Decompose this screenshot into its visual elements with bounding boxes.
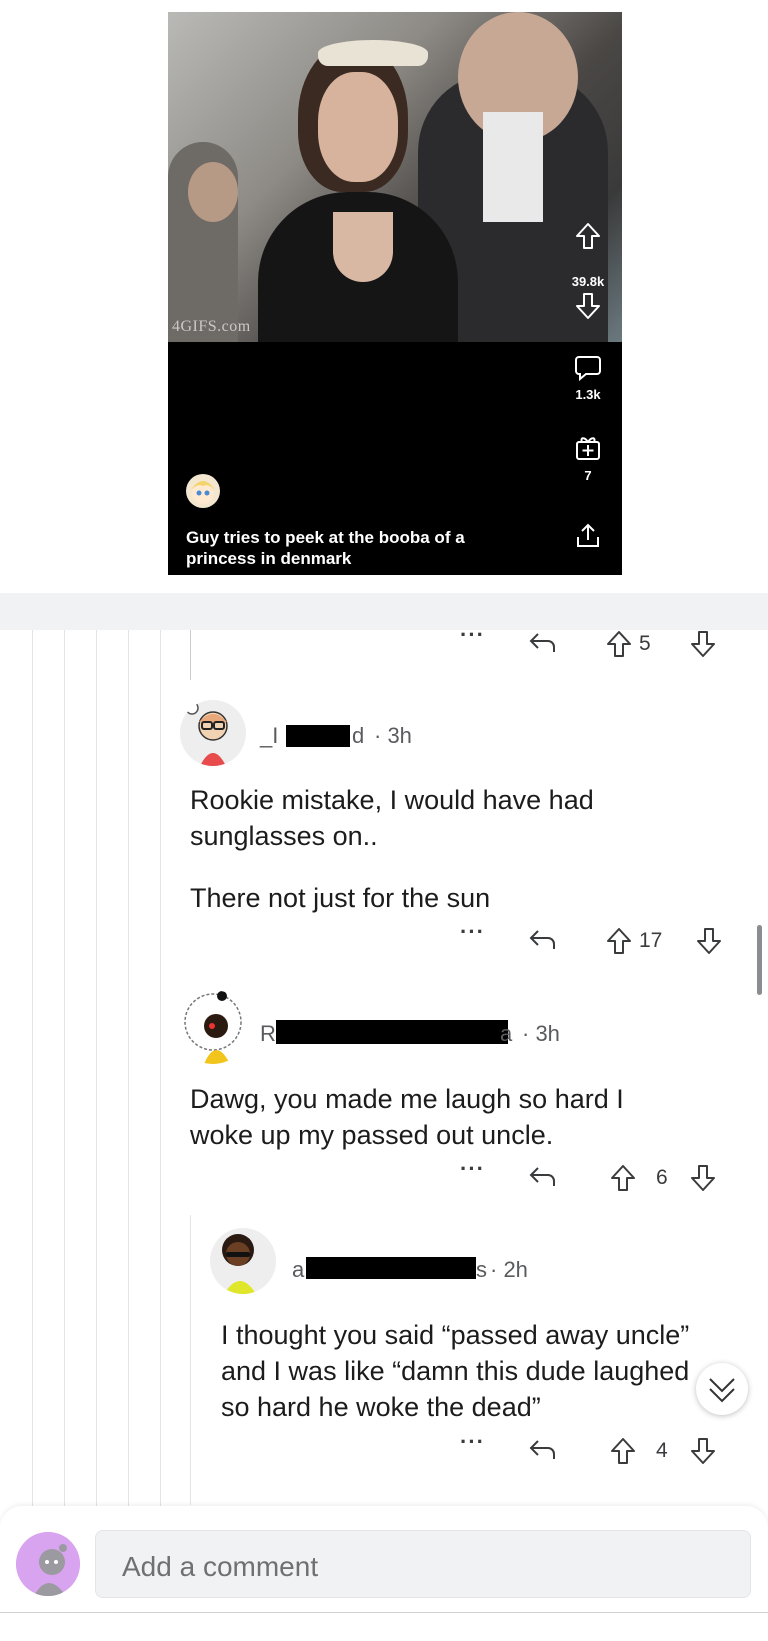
upvote-button[interactable] <box>558 222 618 250</box>
comment-body: I thought you said “passed away uncle” a… <box>221 1320 690 1422</box>
upvote-icon <box>611 1438 635 1464</box>
comment-body: Dawg, you made me laugh so hard I woke u… <box>190 1084 624 1150</box>
reply-icon <box>529 1167 555 1186</box>
reply-icon <box>529 1440 555 1459</box>
downvote-button[interactable] <box>696 927 722 961</box>
awards-count: 7 <box>584 468 592 483</box>
vote-count: 17 <box>639 929 663 952</box>
share-icon <box>577 523 599 547</box>
redaction-bar <box>276 1020 508 1044</box>
video-player[interactable]: 4GIFS.com 39.8k 1.3k 7 Guy tries to peek… <box>168 12 622 575</box>
reply-button[interactable] <box>528 1437 558 1469</box>
downvote-button[interactable] <box>690 1437 716 1471</box>
comment-body: Rookie mistake, I would have had sunglas… <box>190 785 594 851</box>
thread-line <box>64 630 65 1510</box>
comment-actions: ··· 5 <box>456 622 726 662</box>
comments-button[interactable] <box>558 354 618 382</box>
divider <box>0 1612 768 1613</box>
upvote-button[interactable] <box>610 1164 636 1198</box>
comment-icon <box>575 356 601 382</box>
comment-timestamp: · 3h <box>374 723 412 748</box>
downvote-button[interactable] <box>558 292 618 320</box>
comment-timestamp: · 3h <box>522 1021 560 1046</box>
comment-body: There not just for the sun <box>190 883 491 913</box>
comment-actions: ··· 4 <box>456 1429 736 1469</box>
redaction-bar <box>306 1257 476 1279</box>
upvote-icon <box>576 223 600 249</box>
comment-actions: ··· 17 <box>456 919 736 959</box>
thread-line <box>128 630 129 1510</box>
share-button[interactable] <box>558 522 618 550</box>
reply-icon <box>529 930 555 949</box>
collapse-button[interactable] <box>696 1363 748 1415</box>
reply-button[interactable] <box>528 927 558 959</box>
upvote-button[interactable] <box>606 927 632 961</box>
avatar[interactable] <box>176 990 250 1064</box>
upvote-icon <box>611 1165 635 1191</box>
vote-count: 4 <box>656 1439 668 1462</box>
video-frame <box>168 12 622 342</box>
downvote-icon <box>691 1165 715 1191</box>
watermark: 4GIFS.com <box>172 318 251 335</box>
vote-count: 5 <box>639 632 651 655</box>
comment-username-end: d <box>352 723 365 748</box>
comment-username[interactable]: R <box>260 1021 276 1047</box>
creator-avatar[interactable] <box>186 474 220 508</box>
more-icon[interactable]: ··· <box>460 919 485 945</box>
downvote-button[interactable] <box>690 1164 716 1198</box>
downvote-icon <box>697 928 721 954</box>
comment-timestamp: · 2h <box>490 1257 528 1282</box>
downvote-button[interactable] <box>690 630 716 664</box>
comment-input[interactable]: Add a comment <box>95 1530 751 1598</box>
comment-username[interactable]: _I <box>260 723 278 749</box>
comments-count: 1.3k <box>575 387 601 402</box>
post-caption: Guy tries to peek at the booba of a prin… <box>186 528 465 568</box>
upvote-icon <box>607 631 631 657</box>
award-button[interactable] <box>558 434 618 462</box>
upvote-button[interactable] <box>610 1437 636 1471</box>
avatar[interactable] <box>210 1228 276 1294</box>
award-icon <box>576 437 600 460</box>
vote-count: 6 <box>656 1166 668 1189</box>
more-icon[interactable]: ··· <box>460 1429 485 1455</box>
more-icon[interactable]: ··· <box>460 1156 485 1182</box>
downvote-icon <box>691 1438 715 1464</box>
avatar[interactable] <box>180 700 246 766</box>
thread-line <box>160 630 161 1510</box>
thread-line <box>96 630 97 1510</box>
user-avatar[interactable] <box>16 1532 80 1596</box>
vote-count: 39.8k <box>571 274 605 289</box>
reply-button[interactable] <box>528 630 558 662</box>
more-icon[interactable]: ··· <box>460 622 485 648</box>
thread-line <box>190 1215 191 1505</box>
comment-actions: ··· 6 <box>456 1156 736 1196</box>
chevron-down-icon <box>709 1378 735 1403</box>
downvote-icon <box>691 631 715 657</box>
thread-line <box>32 630 33 1510</box>
scrollbar[interactable] <box>757 925 762 995</box>
redaction-bar <box>286 725 350 747</box>
section-divider <box>0 593 768 630</box>
thread-line <box>190 630 191 680</box>
reply-button[interactable] <box>528 1164 558 1196</box>
reply-icon <box>529 633 555 652</box>
comment-username-end: a <box>500 1021 513 1046</box>
comment-username[interactable]: a <box>292 1257 304 1283</box>
upvote-icon <box>607 928 631 954</box>
upvote-button[interactable] <box>606 630 632 664</box>
comment-username-end: s <box>476 1257 487 1282</box>
downvote-icon <box>576 293 600 319</box>
